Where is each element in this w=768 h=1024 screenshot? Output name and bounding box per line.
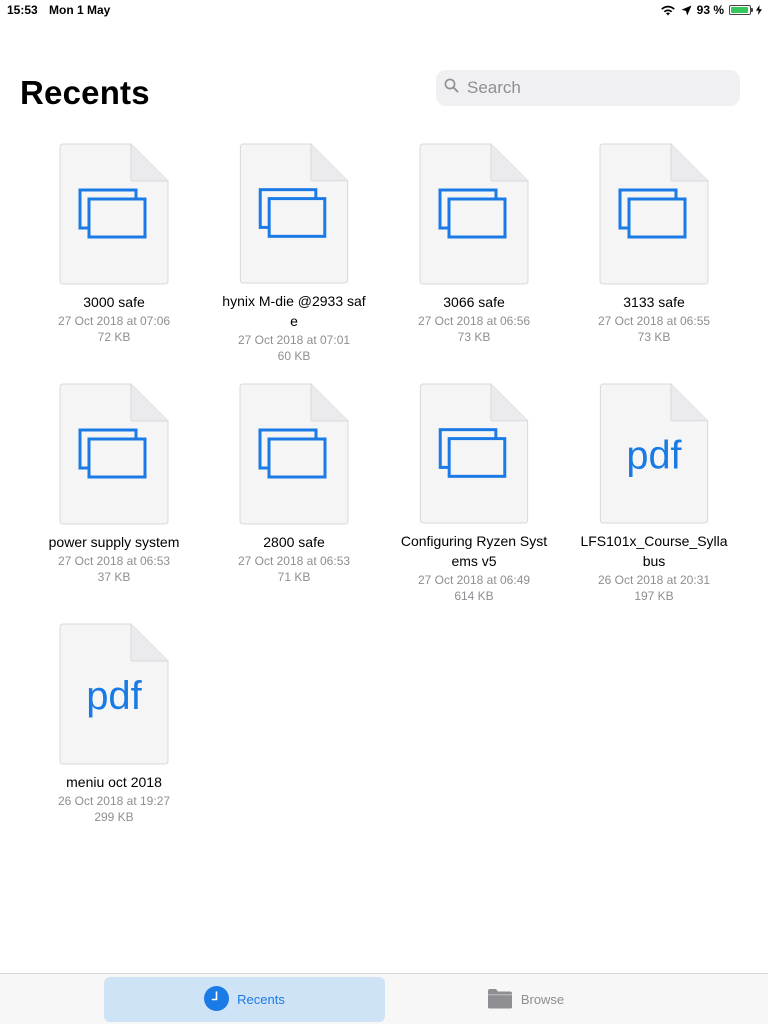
file-size: 614 KB: [454, 589, 494, 603]
file-size: 73 KB: [457, 330, 491, 344]
screens-document-icon: [59, 383, 169, 525]
file-date: 27 Oct 2018 at 06:53: [237, 554, 351, 568]
pdf-document-icon: pdf: [59, 623, 169, 765]
file-size: 73 KB: [637, 330, 671, 344]
file-size: 197 KB: [634, 589, 674, 603]
status-bar: 15:53 Mon 1 May 93 %: [0, 0, 768, 20]
file-item[interactable]: pdf meniu oct 2018 26 Oct 2018 at 19:27 …: [24, 620, 204, 844]
page-title: Recents: [20, 74, 150, 111]
pdf-document-icon: pdf: [599, 383, 709, 524]
status-time: 15:53: [7, 3, 38, 17]
tab-recents-label: Recents: [237, 992, 285, 1007]
location-arrow-icon: [681, 5, 692, 16]
tab-bar: Recents Browse: [0, 973, 768, 1024]
recents-grid: 3000 safe 27 Oct 2018 at 07:06 72 KB hyn…: [24, 140, 744, 844]
wifi-icon: [660, 4, 676, 16]
file-item[interactable]: pdf LFS101x_Course_Syllabus 26 Oct 2018 …: [564, 380, 744, 604]
file-size: 299 KB: [94, 810, 134, 824]
file-size: 72 KB: [97, 330, 131, 344]
file-name: 3133 safe: [623, 294, 685, 310]
file-item[interactable]: 2800 safe 27 Oct 2018 at 06:53 71 KB: [204, 380, 384, 604]
pdf-badge-text: pdf: [86, 674, 142, 718]
screens-document-icon: [59, 143, 169, 285]
search-icon: [444, 78, 459, 98]
file-name: LFS101x_Course_Syllabus: [580, 533, 728, 569]
file-size: 71 KB: [277, 570, 311, 584]
folder-icon: [487, 988, 513, 1012]
file-date: 26 Oct 2018 at 19:27: [57, 794, 171, 808]
file-date: 27 Oct 2018 at 06:56: [417, 314, 531, 328]
file-date: 27 Oct 2018 at 06:49: [417, 573, 531, 587]
file-name: 2800 safe: [263, 534, 325, 550]
file-name: Configuring Ryzen Systems v5: [400, 533, 548, 569]
file-item[interactable]: 3133 safe 27 Oct 2018 at 06:55 73 KB: [564, 140, 744, 364]
screens-document-icon: [239, 143, 349, 284]
file-date: 27 Oct 2018 at 07:01: [237, 333, 351, 347]
file-item[interactable]: power supply system 27 Oct 2018 at 06:53…: [24, 380, 204, 604]
file-item[interactable]: Configuring Ryzen Systems v5 27 Oct 2018…: [384, 380, 564, 604]
tab-recents[interactable]: Recents: [104, 977, 385, 1022]
status-indicators: 93 %: [660, 3, 762, 17]
pdf-badge-text: pdf: [626, 433, 682, 477]
clock-icon: [204, 985, 230, 1014]
file-size: 60 KB: [277, 349, 311, 363]
status-date: Mon 1 May: [49, 3, 111, 17]
file-date: 27 Oct 2018 at 07:06: [57, 314, 171, 328]
screens-document-icon: [239, 383, 349, 525]
file-item[interactable]: 3000 safe 27 Oct 2018 at 07:06 72 KB: [24, 140, 204, 364]
battery-level: [731, 7, 748, 13]
search-input[interactable]: [465, 77, 729, 99]
charging-bolt-icon: [756, 5, 762, 15]
file-date: 26 Oct 2018 at 20:31: [597, 573, 711, 587]
battery-icon: [729, 5, 753, 15]
file-name: 3066 safe: [443, 294, 505, 310]
tab-browse[interactable]: Browse: [385, 977, 666, 1022]
file-name: power supply system: [48, 534, 180, 550]
file-item[interactable]: hynix M-die @2933 safe 27 Oct 2018 at 07…: [204, 140, 384, 364]
file-name: meniu oct 2018: [66, 774, 162, 790]
screens-document-icon: [419, 383, 529, 524]
search-bar[interactable]: [436, 70, 740, 106]
screens-document-icon: [599, 143, 709, 285]
file-name: 3000 safe: [83, 294, 145, 310]
battery-percentage: 93 %: [696, 3, 724, 17]
file-name: hynix M-die @2933 safe: [222, 293, 366, 329]
screens-document-icon: [419, 143, 529, 285]
file-date: 27 Oct 2018 at 06:53: [57, 554, 171, 568]
tab-browse-label: Browse: [520, 992, 565, 1007]
file-item[interactable]: 3066 safe 27 Oct 2018 at 06:56 73 KB: [384, 140, 564, 364]
file-size: 37 KB: [97, 570, 131, 584]
file-date: 27 Oct 2018 at 06:55: [597, 314, 711, 328]
